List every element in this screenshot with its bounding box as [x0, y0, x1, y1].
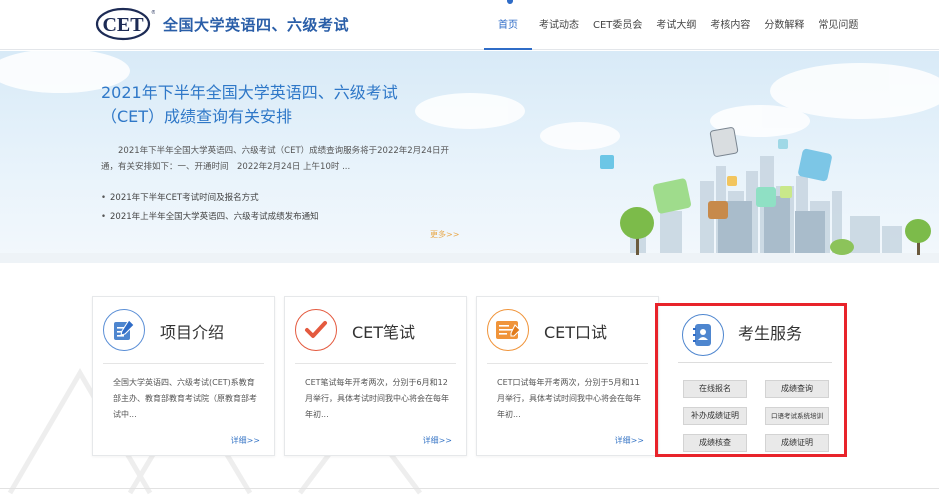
banner-news-list: 2021年下半年CET考试时间及报名方式 2021年上半年全国大学英语四、六级考… — [101, 189, 319, 227]
card-title: CET笔试 — [352, 323, 416, 342]
banner-headline-line1: 2021年下半年全国大学英语四、六级考试 — [101, 83, 398, 102]
exam-paper-icon — [487, 309, 529, 351]
card-details-link[interactable]: 详细>> — [231, 435, 260, 446]
banner-headline[interactable]: 2021年下半年全国大学英语四、六级考试 （CET）成绩查询有关安排 — [101, 81, 431, 129]
divider — [487, 363, 648, 364]
card-candidate-services: 考生服务 在线报名 成绩查询 补办成绩证明 口语考试系统培训 成绩核查 成绩证明 — [655, 303, 847, 457]
services-section: 项目介绍 全国大学英语四、六级考试(CET)系教育部主办、教育部教育考试院（原教… — [0, 263, 939, 500]
nav-item-faq[interactable]: 常见问题 — [811, 0, 865, 50]
document-edit-icon — [103, 309, 145, 351]
logo-text: CET — [102, 14, 144, 36]
card-title: 项目介绍 — [160, 323, 225, 342]
site-title: 全国大学英语四、六级考试 — [163, 16, 350, 34]
svg-text:®: ® — [151, 9, 155, 16]
card-description: CET笔试每年开考两次，分别于6月和12月举行，具体考试时间我中心将会在每年年初… — [305, 378, 449, 419]
score-certificate-button[interactable]: 成绩证明 — [765, 434, 829, 452]
checkmark-icon — [295, 309, 337, 351]
card-details-link[interactable]: 详细>> — [423, 435, 452, 446]
nav-item-content[interactable]: 考核内容 — [703, 0, 757, 50]
oral-system-training-button[interactable]: 口语考试系统培训 — [765, 407, 829, 425]
score-verification-button[interactable]: 成绩核查 — [683, 434, 747, 452]
card-title: 考生服务 — [738, 324, 803, 343]
nav-item-home[interactable]: 首页 — [484, 0, 532, 50]
nav-item-score-explain[interactable]: 分数解释 — [757, 0, 811, 50]
card-title: CET口试 — [544, 323, 608, 342]
card-cet-oral[interactable]: CET口试 CET口试每年开考两次，分别于5月和11月举行，具体考试时间我中心将… — [476, 296, 659, 456]
online-registration-button[interactable]: 在线报名 — [683, 380, 747, 398]
hero-banner: 2021年下半年全国大学英语四、六级考试 （CET）成绩查询有关安排 2021年… — [0, 51, 939, 263]
divider — [678, 362, 832, 363]
contact-book-icon — [682, 314, 724, 356]
banner-more-link[interactable]: 更多>> — [430, 229, 459, 240]
nav-item-exam-news[interactable]: 考试动态 — [532, 0, 586, 50]
divider — [295, 363, 456, 364]
card-description: 全国大学英语四、六级考试(CET)系教育部主办、教育部教育考试院（原教育部考试中… — [113, 378, 257, 419]
news-link[interactable]: 2021年下半年CET考试时间及报名方式 — [101, 189, 319, 208]
nav-item-cet-committee[interactable]: CET委员会 — [586, 0, 649, 50]
page: CET ® 全国大学英语四、六级考试 首页 考试动态 CET委员会 考试大纲 考… — [0, 0, 939, 500]
card-description: CET口试每年开考两次，分别于5月和11月举行，具体考试时间我中心将会在每年年初… — [497, 378, 641, 419]
card-project-intro[interactable]: 项目介绍 全国大学英语四、六级考试(CET)系教育部主办、教育部教育考试院（原教… — [92, 296, 275, 456]
reissue-certificate-button[interactable]: 补办成绩证明 — [683, 407, 747, 425]
nav-item-syllabus[interactable]: 考试大纲 — [649, 0, 703, 50]
banner-description: 2021年下半年全国大学英语四、六级考试（CET）成绩查询服务将于2022年2月… — [101, 146, 449, 172]
site-header: CET ® 全国大学英语四、六级考试 首页 考试动态 CET委员会 考试大纲 考… — [0, 0, 939, 50]
main-nav: 首页 考试动态 CET委员会 考试大纲 考核内容 分数解释 常见问题 — [484, 0, 865, 50]
banner-headline-line2: （CET）成绩查询有关安排 — [101, 107, 293, 126]
news-link[interactable]: 2021年上半年全国大学英语四、六级考试成绩发布通知 — [101, 208, 319, 227]
card-details-link[interactable]: 详细>> — [615, 435, 644, 446]
card-cet-written[interactable]: CET笔试 CET笔试每年开考两次，分别于6月和12月举行，具体考试时间我中心将… — [284, 296, 467, 456]
footer-divider — [0, 488, 939, 489]
divider — [103, 363, 264, 364]
score-query-button[interactable]: 成绩查询 — [765, 380, 829, 398]
cet-logo[interactable]: CET ® — [95, 6, 155, 42]
